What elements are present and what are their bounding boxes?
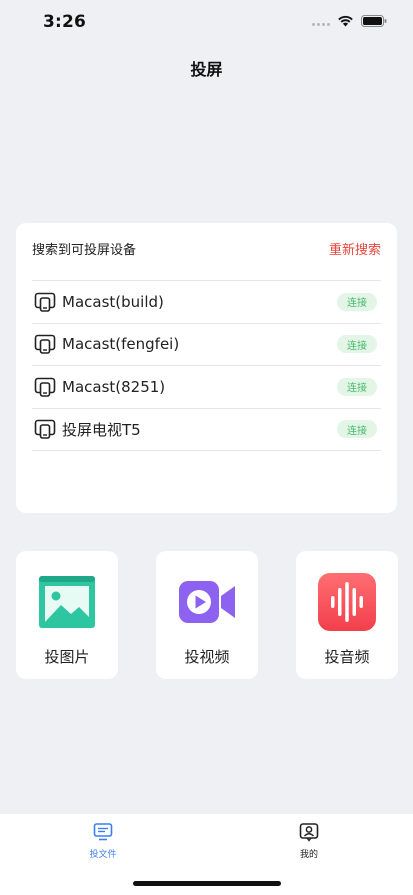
device-list: Macast(build) 连接 Macast(fengfei) 连接 Maca… <box>32 281 381 451</box>
device-name: 投屏电视T5 <box>62 420 141 439</box>
tab-profile[interactable]: 我的 <box>279 822 339 860</box>
cast-device-icon <box>34 419 56 440</box>
connect-button[interactable]: 连接 <box>337 335 377 354</box>
device-row[interactable]: Macast(build) 连接 <box>32 281 381 324</box>
page-title: 投屏 <box>190 60 223 79</box>
cast-image-label: 投图片 <box>44 648 90 666</box>
cast-video-label: 投视频 <box>184 648 230 666</box>
connect-button[interactable]: 连接 <box>337 377 377 396</box>
image-icon <box>39 576 95 628</box>
connect-button[interactable]: 连接 <box>337 292 377 311</box>
device-card-header: 搜索到可投屏设备 重新搜索 <box>32 237 381 259</box>
cast-device-icon <box>34 334 56 355</box>
device-name: Macast(8251) <box>62 377 166 396</box>
tab-cast-file[interactable]: 投文件 <box>73 822 133 860</box>
rescan-button[interactable]: 重新搜索 <box>329 239 381 258</box>
profile-icon <box>299 823 319 842</box>
cast-file-icon <box>93 823 113 841</box>
cast-audio-tile[interactable]: 投音频 <box>296 551 398 679</box>
screen: 3:26 投屏 搜索到可投屏设备 重新搜索 Macast(build) 连接 M… <box>0 0 413 895</box>
device-name: Macast(fengfei) <box>62 335 180 354</box>
device-name: Macast(build) <box>62 292 164 311</box>
device-row[interactable]: Macast(fengfei) 连接 <box>32 324 381 366</box>
connect-button[interactable]: 连接 <box>337 420 377 439</box>
battery-icon <box>361 15 387 27</box>
device-search-label: 搜索到可投屏设备 <box>32 242 137 258</box>
status-time: 3:26 <box>43 12 87 32</box>
tab-cast-file-label: 投文件 <box>89 850 117 860</box>
cast-image-tile[interactable]: 投图片 <box>16 551 118 679</box>
device-list-card: 搜索到可投屏设备 重新搜索 Macast(build) 连接 Macast(fe… <box>16 223 397 513</box>
home-indicator[interactable] <box>133 881 281 886</box>
cast-device-icon <box>34 377 56 397</box>
cast-audio-label: 投音频 <box>324 648 370 666</box>
status-bar: 3:26 <box>0 0 413 46</box>
device-row[interactable]: Macast(8251) 连接 <box>32 366 381 409</box>
cast-video-tile[interactable]: 投视频 <box>156 551 258 679</box>
cast-device-icon <box>34 292 56 312</box>
status-icons <box>312 15 387 27</box>
cellular-signal-icon <box>312 17 330 26</box>
device-row[interactable]: 投屏电视T5 连接 <box>32 409 381 451</box>
video-icon <box>179 581 235 623</box>
audio-icon <box>318 573 376 631</box>
wifi-icon <box>338 15 353 27</box>
tab-profile-label: 我的 <box>299 850 318 860</box>
